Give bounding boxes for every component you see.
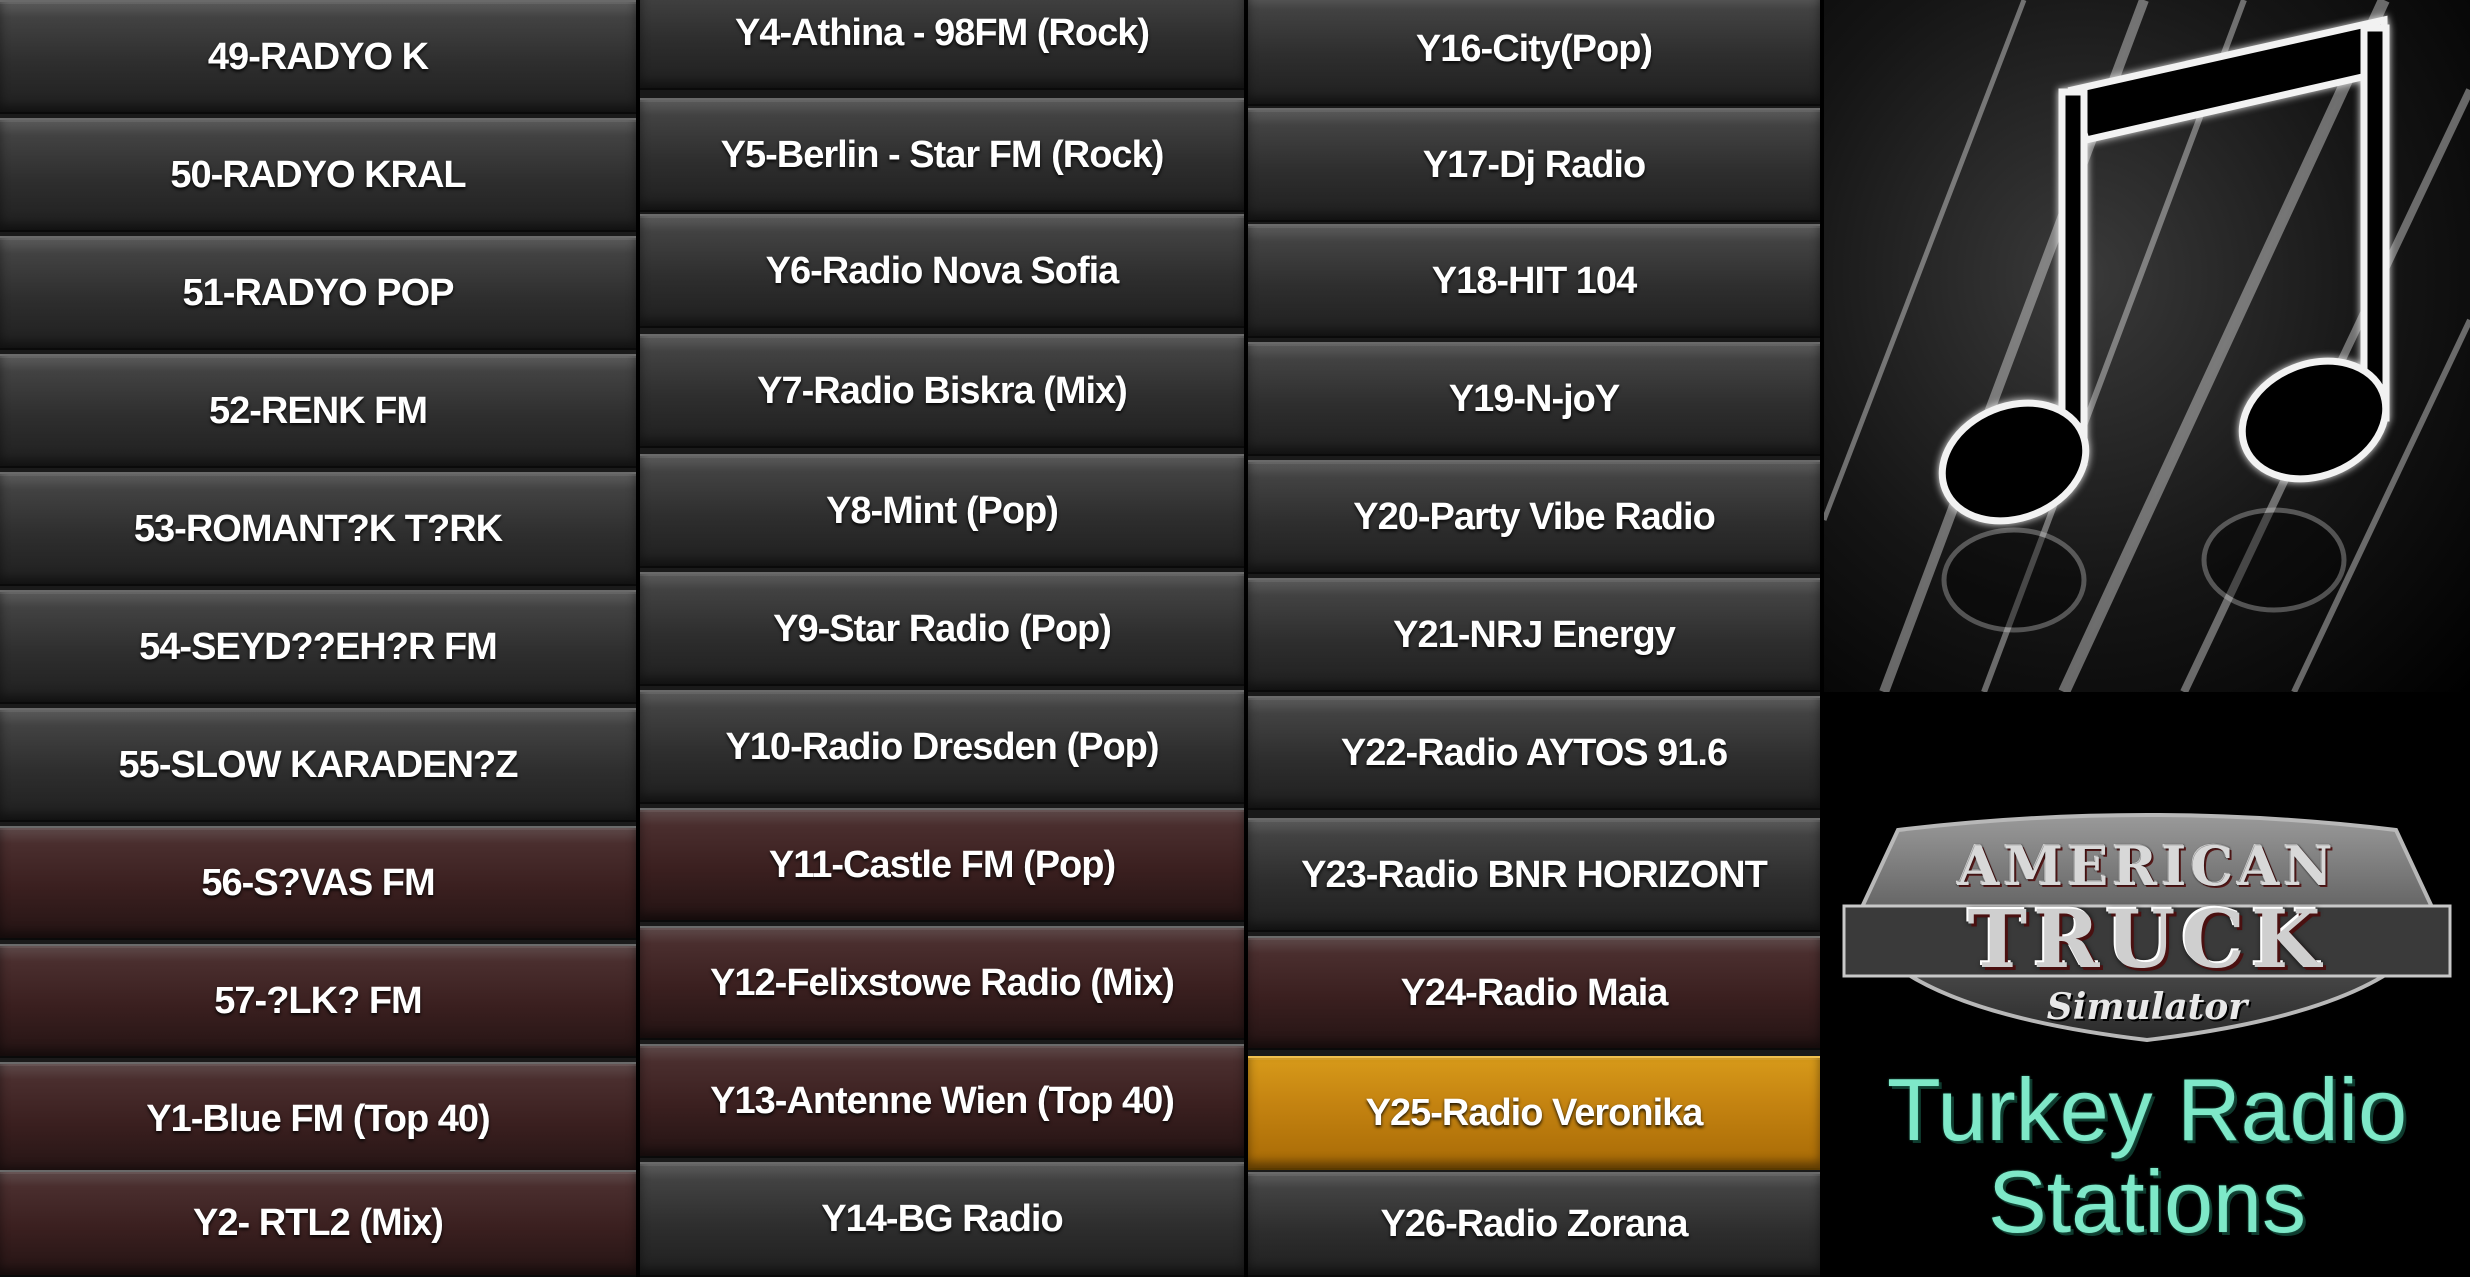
station-label: 54-SEYD??EH?R FM	[139, 625, 498, 668]
station-row[interactable]: Y1-Blue FM (Top 40)	[0, 1062, 636, 1176]
station-row[interactable]: Y13-Antenne Wien (Top 40)	[640, 1044, 1244, 1158]
station-row[interactable]: Y24-Radio Maia	[1248, 936, 1820, 1050]
station-label: Y2- RTL2 (Mix)	[193, 1202, 444, 1244]
station-row[interactable]: Y26-Radio Zorana	[1248, 1172, 1820, 1277]
station-row[interactable]: Y5-Berlin - Star FM (Rock)	[640, 98, 1244, 212]
station-label: Y10-Radio Dresden (Pop)	[725, 725, 1159, 768]
station-row[interactable]: Y6-Radio Nova Sofia	[640, 214, 1244, 328]
station-label: Y14-BG Radio	[821, 1198, 1063, 1240]
station-row[interactable]: Y10-Radio Dresden (Pop)	[640, 690, 1244, 804]
station-label: Y8-Mint (Pop)	[826, 489, 1059, 532]
station-row[interactable]: 50-RADYO KRAL	[0, 118, 636, 232]
station-label: 55-SLOW KARADEN?Z	[118, 743, 519, 786]
station-row[interactable]: Y12-Felixstowe Radio (Mix)	[640, 926, 1244, 1040]
station-label: 51-RADYO POP	[182, 271, 455, 314]
station-row[interactable]: Y9-Star Radio (Pop)	[640, 572, 1244, 686]
game-logo-panel: AMERICAN TRUCK Simulator Turkey Radio St…	[1824, 692, 2470, 1277]
station-label: 50-RADYO KRAL	[170, 153, 466, 196]
station-label: Y18-HIT 104	[1431, 259, 1637, 302]
music-artwork-panel	[1824, 0, 2470, 692]
station-label: 52-RENK FM	[208, 389, 428, 432]
station-row[interactable]: Y20-Party Vibe Radio	[1248, 460, 1820, 574]
station-row[interactable]: Y22-Radio AYTOS 91.6	[1248, 696, 1820, 810]
station-row[interactable]: 54-SEYD??EH?R FM	[0, 590, 636, 704]
station-label: Y21-NRJ Energy	[1393, 613, 1676, 656]
station-list-column-3: Y16-City(Pop) Y17-Dj Radio Y18-HIT 104 Y…	[1248, 0, 1820, 1277]
station-label: Y4-Athina - 98FM (Rock)	[734, 11, 1150, 54]
station-row[interactable]: Y18-HIT 104	[1248, 224, 1820, 338]
station-label: Y20-Party Vibe Radio	[1353, 495, 1716, 538]
station-label: Y11-Castle FM (Pop)	[768, 843, 1116, 886]
logo-text-truck: TRUCK	[1967, 892, 2327, 986]
station-label: Y17-Dj Radio	[1422, 143, 1646, 186]
logo-text-american: AMERICAN	[1957, 834, 2337, 898]
station-label: Y13-Antenne Wien (Top 40)	[710, 1079, 1175, 1122]
station-label: Y6-Radio Nova Sofia	[765, 249, 1120, 292]
station-row[interactable]: 49-RADYO K	[0, 0, 636, 114]
station-label: Y12-Felixstowe Radio (Mix)	[710, 961, 1175, 1004]
station-row[interactable]: Y4-Athina - 98FM (Rock)	[640, 0, 1244, 90]
station-row[interactable]: Y17-Dj Radio	[1248, 108, 1820, 222]
station-row[interactable]: 56-S?VAS FM	[0, 826, 636, 940]
station-label: Y1-Blue FM (Top 40)	[146, 1097, 490, 1140]
logo-text-simulator: Simulator	[2046, 986, 2248, 1028]
station-row[interactable]: 53-ROMANT?K T?RK	[0, 472, 636, 586]
panel-subtitle: Stations	[1988, 1152, 2306, 1251]
station-label: Y22-Radio AYTOS 91.6	[1340, 731, 1728, 774]
station-label: Y9-Star Radio (Pop)	[773, 607, 1112, 650]
station-label: Y16-City(Pop)	[1415, 27, 1653, 70]
station-list-column-1: 49-RADYO K 50-RADYO KRAL 51-RADYO POP 52…	[0, 0, 636, 1277]
station-row[interactable]: 55-SLOW KARADEN?Z	[0, 708, 636, 822]
station-label: Y5-Berlin - Star FM (Rock)	[720, 133, 1165, 176]
station-label: Y7-Radio Biskra (Mix)	[757, 369, 1128, 412]
american-truck-simulator-logo: AMERICAN TRUCK Simulator	[1838, 810, 2456, 1050]
station-label: Y25-Radio Veronika	[1365, 1091, 1704, 1134]
station-row-selected[interactable]: Y25-Radio Veronika	[1248, 1056, 1820, 1170]
station-list-column-2: Y4-Athina - 98FM (Rock) Y5-Berlin - Star…	[640, 0, 1244, 1277]
station-row[interactable]: 51-RADYO POP	[0, 236, 636, 350]
station-label: 49-RADYO K	[207, 35, 429, 78]
station-row[interactable]: Y11-Castle FM (Pop)	[640, 808, 1244, 922]
station-row[interactable]: Y23-Radio BNR HORIZONT	[1248, 818, 1820, 932]
station-label: 57-?LK? FM	[214, 979, 422, 1022]
station-row[interactable]: Y2- RTL2 (Mix)	[0, 1170, 636, 1277]
station-label: 56-S?VAS FM	[201, 861, 435, 904]
station-row[interactable]: 57-?LK? FM	[0, 944, 636, 1058]
station-label: Y19-N-joY	[1448, 377, 1620, 420]
station-label: Y24-Radio Maia	[1400, 971, 1669, 1014]
station-row[interactable]: Y8-Mint (Pop)	[640, 454, 1244, 568]
station-label: Y26-Radio Zorana	[1380, 1203, 1688, 1245]
station-label: 53-ROMANT?K T?RK	[133, 507, 503, 550]
station-row[interactable]: 52-RENK FM	[0, 354, 636, 468]
station-row[interactable]: Y7-Radio Biskra (Mix)	[640, 334, 1244, 448]
station-row[interactable]: Y16-City(Pop)	[1248, 0, 1820, 106]
station-label: Y23-Radio BNR HORIZONT	[1301, 853, 1768, 896]
station-row[interactable]: Y19-N-joY	[1248, 342, 1820, 456]
station-row[interactable]: Y21-NRJ Energy	[1248, 578, 1820, 692]
music-note-icon	[1824, 0, 2470, 692]
station-row[interactable]: Y14-BG Radio	[640, 1162, 1244, 1277]
panel-title: Turkey Radio	[1886, 1060, 2408, 1159]
